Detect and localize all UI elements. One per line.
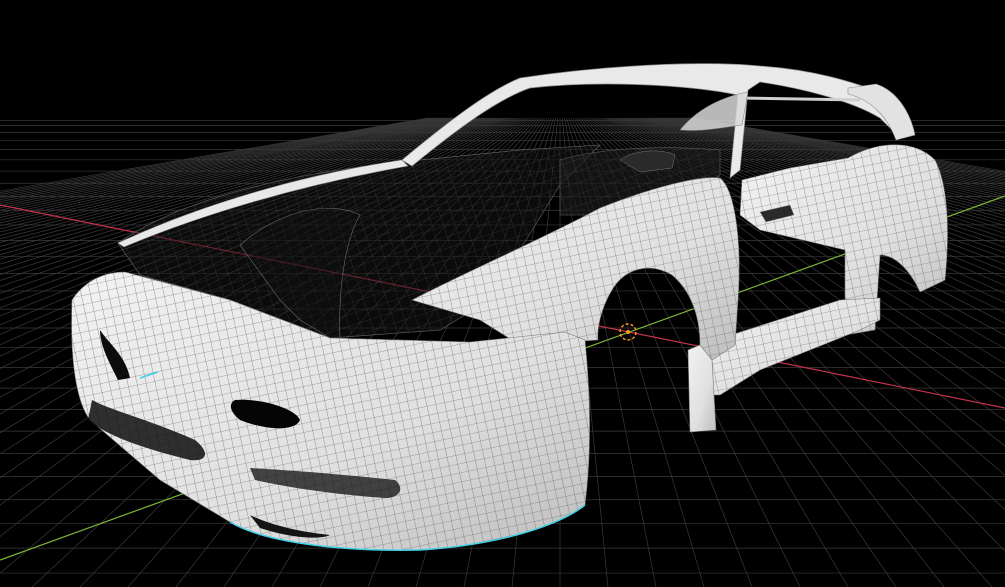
viewport-canvas[interactable]: [0, 0, 1005, 587]
3d-viewport[interactable]: [0, 0, 1005, 587]
roof-rail: [739, 96, 861, 102]
